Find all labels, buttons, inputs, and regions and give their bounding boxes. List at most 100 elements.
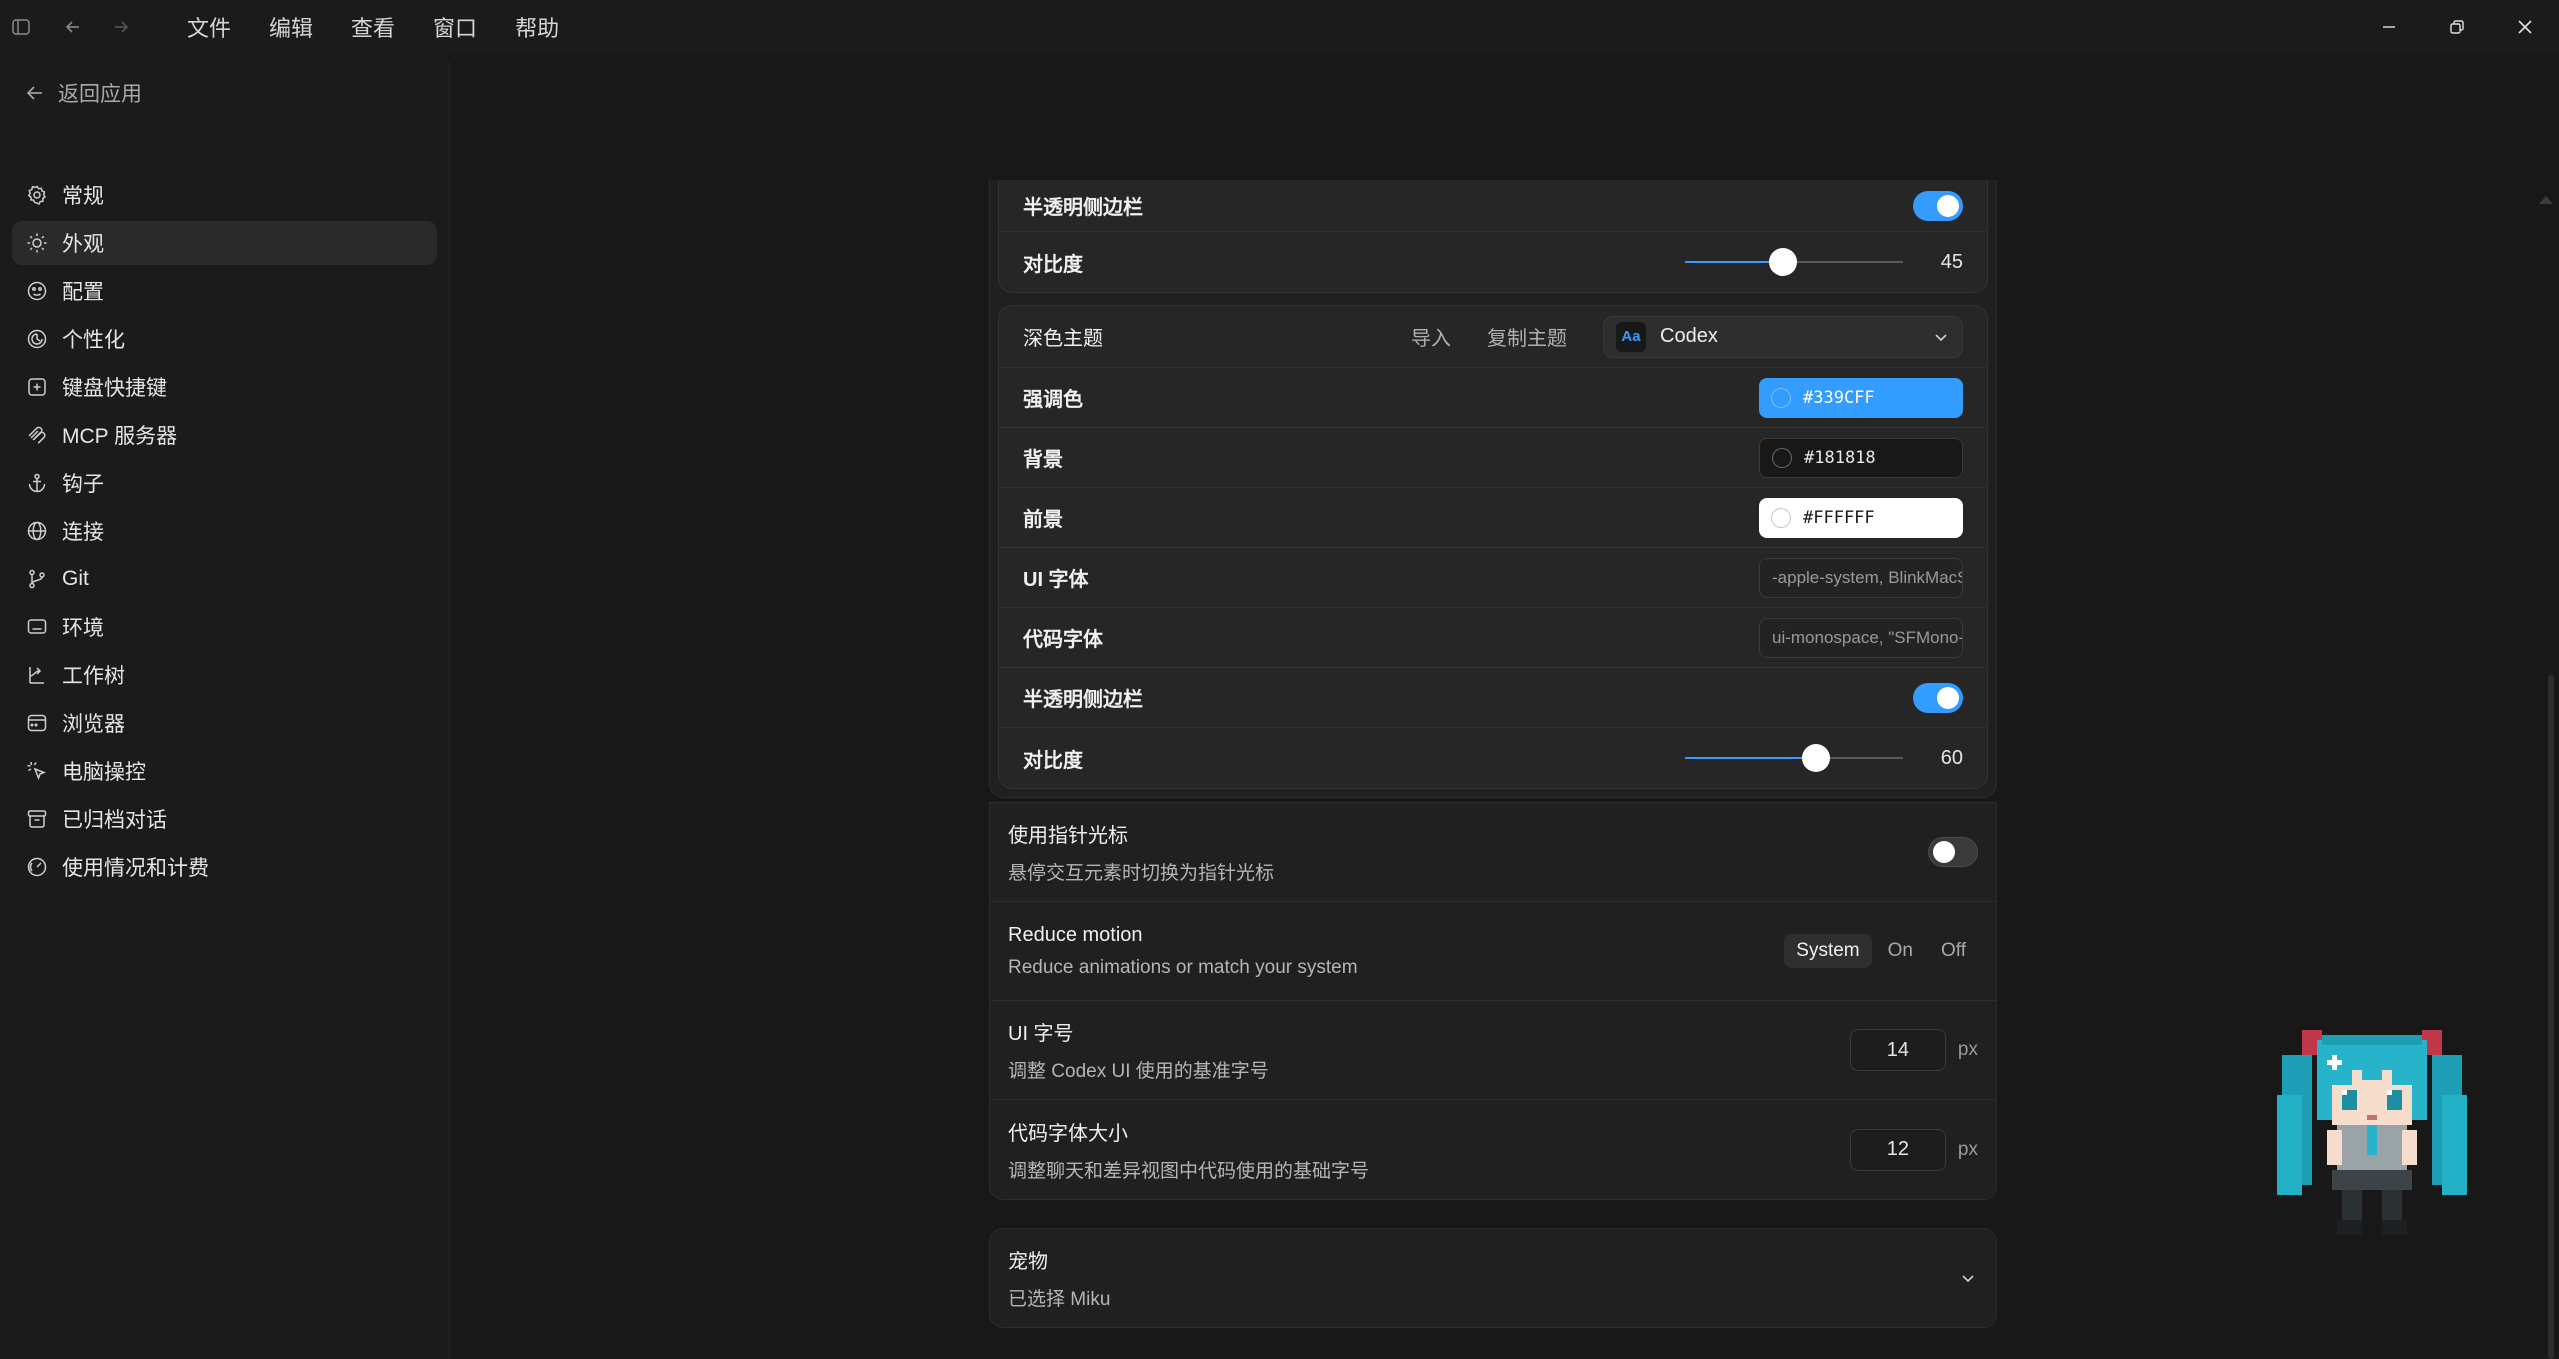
pointer-cursor-toggle[interactable] <box>1928 837 1978 867</box>
slider-knob[interactable] <box>1801 744 1830 772</box>
reduce-motion-option-off[interactable]: Off <box>1929 934 1978 968</box>
accent-swatch[interactable] <box>1771 387 1791 408</box>
menu-item-1[interactable]: 编辑 <box>250 0 332 53</box>
back-to-app-label: 返回应用 <box>58 83 142 106</box>
code-font-input[interactable]: ui-monospace, "SFMono-Regular" <box>1759 617 1963 658</box>
sidebar-item-9[interactable]: 环境 <box>12 605 437 649</box>
dark-contrast-value: 60 <box>1940 746 1963 769</box>
code-font-label: 代码字体 <box>1023 629 1103 651</box>
ui-font-input[interactable]: -apple-system, BlinkMacSystemFont <box>1759 557 1963 598</box>
accent-color-input[interactable]: #339CFF <box>1759 377 1963 418</box>
light-contrast-value: 45 <box>1940 250 1963 273</box>
menu-item-4[interactable]: 帮助 <box>496 0 578 53</box>
sidebar-item-label: 键盘快捷键 <box>62 377 167 400</box>
menu-item-2[interactable]: 查看 <box>332 0 414 53</box>
sidebar-item-5[interactable]: MCP 服务器 <box>12 413 437 457</box>
dark-translucent-sidebar-toggle[interactable] <box>1913 682 1963 713</box>
light-theme-section: 半透明侧边栏 对比度 45 <box>998 180 1988 293</box>
background-color-label: 背景 <box>1023 449 1063 471</box>
theme-badge: Aa <box>1616 321 1646 352</box>
gear-icon <box>27 185 46 206</box>
sidebar-item-label: 工作树 <box>62 665 125 688</box>
dark-theme-label: 深色主题 <box>1023 328 1103 350</box>
dark-theme-header-row: 深色主题 导入 复制主题 Aa Codex <box>999 306 1987 368</box>
reduce-motion-option-system[interactable]: System <box>1784 934 1872 968</box>
reduce-motion-option-on[interactable]: On <box>1876 934 1925 968</box>
sidebar-item-1[interactable]: 外观 <box>12 221 437 265</box>
sidebar-item-label: 连接 <box>62 521 104 544</box>
back-arrow-icon[interactable] <box>56 0 90 53</box>
code-font-size-desc: 调整聊天和差异视图中代码使用的基础字号 <box>1008 1160 1370 1182</box>
light-translucent-sidebar-toggle[interactable] <box>1913 190 1963 221</box>
settings-nav: 常规外观配置 个性化键盘快捷键 MCP 服务器 钩子连接 Git 环境工作树浏览器 电脑操控… <box>12 173 437 893</box>
accent-color-row: 强调色 #339CFF <box>999 368 1987 428</box>
theme-select[interactable]: Aa Codex <box>1603 315 1963 358</box>
copy-theme-button[interactable]: 复制主题 <box>1487 322 1567 351</box>
pet-row[interactable]: 宠物 已选择 Miku <box>990 1229 1996 1327</box>
foreground-swatch[interactable] <box>1771 507 1791 528</box>
title-bar: 文件 编辑 查看 窗口 帮助 <box>0 0 2559 53</box>
close-button[interactable] <box>2491 0 2559 53</box>
light-contrast-slider[interactable] <box>1685 247 1903 277</box>
settings-sidebar: 返回应用 常规外观配置 个性化键盘快捷键 MCP 服务器 钩子连接 Git 环境工作树浏览… <box>0 53 449 1359</box>
foreground-color-input[interactable]: #FFFFFF <box>1759 497 1963 538</box>
restore-button[interactable] <box>2423 0 2491 53</box>
accent-color-label: 强调色 <box>1023 389 1083 411</box>
config-icon <box>27 281 47 301</box>
menu-bar: 文件 编辑 查看 窗口 帮助 <box>168 0 578 53</box>
ui-font-size-input[interactable]: 14 <box>1849 1029 1946 1071</box>
theme-select-value: Codex <box>1660 325 1718 347</box>
scroll-up-arrow[interactable] <box>2539 196 2553 204</box>
import-theme-button[interactable]: 导入 <box>1411 322 1451 351</box>
cursor-click-icon <box>27 761 47 781</box>
minimize-button[interactable] <box>2355 0 2423 53</box>
sidebar-item-11[interactable]: 浏览器 <box>12 701 437 745</box>
slider-knob[interactable] <box>1769 248 1798 276</box>
dark-contrast-row: 对比度 60 <box>999 728 1987 788</box>
anchor-icon <box>28 473 46 493</box>
dark-contrast-label: 对比度 <box>1023 749 1083 772</box>
sidebar-item-label: 外观 <box>62 233 104 256</box>
sidebar-item-12[interactable]: 电脑操控 <box>12 749 437 793</box>
sidebar-item-7[interactable]: 连接 <box>12 509 437 553</box>
reduce-motion-title: Reduce motion <box>1008 923 1143 946</box>
ui-font-size-desc: 调整 Codex UI 使用的基准字号 <box>1008 1061 1269 1082</box>
ui-font-label: UI 字体 <box>1023 569 1089 591</box>
arrow-left-icon <box>26 86 42 100</box>
background-swatch[interactable] <box>1772 447 1792 468</box>
code-font-size-unit: px <box>1957 1138 1978 1160</box>
theme-card: 半透明侧边栏 对比度 45 深色主题 导入 复制主题 Aa Codex 强调色 … <box>989 180 1997 798</box>
back-to-app-link[interactable]: 返回应用 <box>24 73 142 113</box>
sidebar-item-13[interactable]: 已归档对话 <box>12 797 437 841</box>
foreground-color-row: 前景 #FFFFFF <box>999 488 1987 548</box>
sidebar-item-4[interactable]: 键盘快捷键 <box>12 365 437 409</box>
menu-item-0[interactable]: 文件 <box>168 0 250 53</box>
chevron-down-icon <box>1935 333 1947 341</box>
sidebar-item-14[interactable]: 使用情况和计费 <box>12 845 437 889</box>
sidebar-item-10[interactable]: 工作树 <box>12 653 437 697</box>
pet-mascot-image[interactable] <box>2272 1025 2472 1240</box>
sidebar-item-3[interactable]: 个性化 <box>12 317 437 361</box>
sidebar-item-0[interactable]: 常规 <box>12 173 437 217</box>
code-font-size-input[interactable]: 12 <box>1849 1128 1946 1171</box>
monitor-icon <box>27 619 47 634</box>
appearance-panel: 半透明侧边栏 对比度 45 深色主题 导入 复制主题 Aa Codex 强调色 … <box>989 180 1997 1328</box>
background-color-input[interactable]: #181818 <box>1759 437 1963 478</box>
sidebar-toggle-icon[interactable] <box>4 0 38 53</box>
sidebar-item-8[interactable]: Git <box>12 557 437 601</box>
pointer-cursor-title: 使用指针光标 <box>1008 825 1128 847</box>
menu-item-3[interactable]: 窗口 <box>414 0 496 53</box>
dark-contrast-slider[interactable] <box>1685 743 1903 773</box>
forward-arrow-icon[interactable] <box>104 0 138 53</box>
browser-icon <box>27 714 47 732</box>
foreground-color-value: #FFFFFF <box>1803 507 1875 528</box>
scrollbar-thumb[interactable] <box>2548 675 2554 1359</box>
sidebar-item-2[interactable]: 配置 <box>12 269 437 313</box>
pet-card[interactable]: 宠物 已选择 Miku <box>989 1228 1997 1328</box>
worktree-icon <box>29 667 44 684</box>
ui-font-size-unit: px <box>1957 1039 1978 1060</box>
light-contrast-label: 对比度 <box>1023 253 1083 276</box>
sidebar-item-6[interactable]: 钩子 <box>12 461 437 505</box>
chevron-down-icon[interactable] <box>1958 1268 1978 1288</box>
pet-desc: 已选择 Miku <box>1008 1289 1111 1310</box>
